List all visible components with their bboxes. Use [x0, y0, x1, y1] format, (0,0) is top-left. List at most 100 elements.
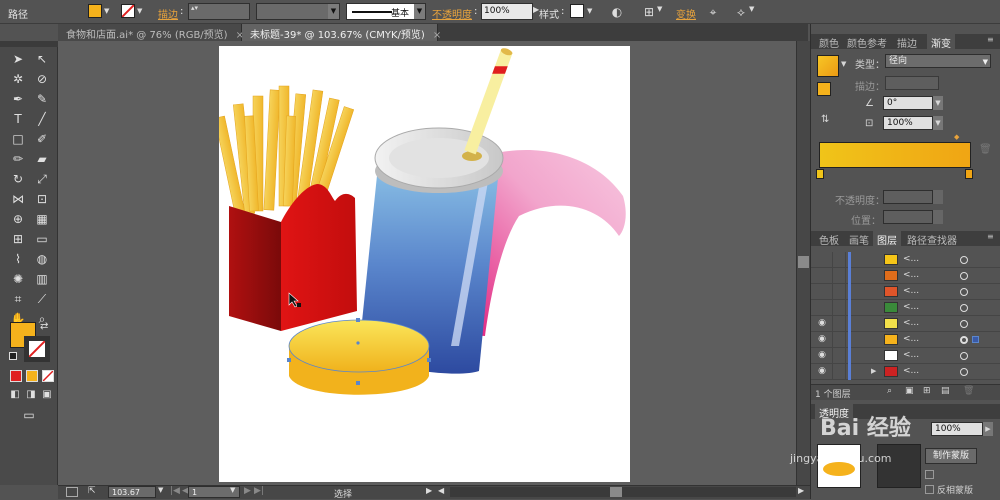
swap-colors-icon[interactable]: ⇄ [40, 321, 48, 332]
pen-tool-icon[interactable]: ✒ [7, 89, 29, 109]
rotate-tool-icon[interactable]: ↻ [7, 169, 29, 189]
magic-wand-tool-icon[interactable]: ✲ [7, 69, 29, 89]
fill-stroke-mini-icon[interactable] [817, 82, 831, 96]
straw[interactable] [464, 6, 540, 155]
align-icon[interactable]: ⊞ [640, 3, 658, 21]
color-mode-button[interactable] [10, 370, 22, 382]
width-tool-icon[interactable]: ⋈ [7, 189, 29, 209]
chevron-down-icon[interactable]: ▼ [841, 60, 846, 68]
selection-tool-icon[interactable]: ➤ [7, 49, 29, 69]
slice-tool-icon[interactable]: ⟋ [31, 289, 53, 309]
scroll-thumb[interactable] [798, 256, 809, 268]
aspect-ratio-input[interactable]: 100% [883, 116, 933, 130]
delete-layer-icon[interactable]: 🗑 [963, 386, 974, 396]
gradient-slider[interactable] [819, 142, 971, 168]
status-menu-arrow[interactable]: ▶ [426, 486, 432, 495]
stroke-gradient-buttons[interactable] [885, 76, 939, 90]
tab-document-2[interactable]: 未标题-39* @ 103.67% (CMYK/预览) × [242, 24, 441, 41]
scale-tool-icon[interactable]: ⤢ [31, 169, 53, 189]
fill-swatch[interactable] [88, 4, 102, 18]
make-mask-button[interactable]: 制作蒙版 [925, 448, 977, 464]
tab-gradient[interactable]: 渐变 [927, 34, 955, 50]
type-tool-icon[interactable]: T [7, 109, 29, 129]
horizontal-scroll-left[interactable]: ◀ [438, 486, 444, 495]
shape-builder-tool-icon[interactable]: ⊕ [7, 209, 29, 229]
ratio-dropdown-arrow[interactable]: ▼ [933, 116, 943, 130]
align-dropdown-arrow[interactable]: ▼ [657, 5, 662, 13]
target-icon[interactable] [960, 336, 968, 344]
target-icon[interactable] [960, 352, 968, 360]
isolate-icon[interactable]: ⌖ [704, 3, 722, 21]
gradient-preview-swatch[interactable] [817, 55, 839, 77]
last-artboard-icon[interactable]: ▶| [254, 486, 264, 496]
layer-row[interactable]: ◉ ▶ <... [811, 364, 1000, 380]
reverse-gradient-icon[interactable]: ⇅ [821, 114, 829, 125]
stop-opacity-dropdown[interactable] [933, 190, 943, 204]
opacity-dropdown-arrow[interactable]: ▶ [983, 422, 993, 436]
target-icon[interactable] [960, 256, 968, 264]
paintbrush-tool-icon[interactable]: ✐ [31, 129, 53, 149]
angle-dropdown-arrow[interactable]: ▼ [933, 96, 943, 110]
stroke-label[interactable]: 描边 [158, 6, 178, 21]
selection-indicator[interactable] [972, 336, 979, 343]
eye-icon[interactable]: ◉ [815, 350, 829, 362]
canvas-area[interactable] [58, 6, 796, 485]
new-layer-icon[interactable]: ▤ [941, 386, 950, 396]
default-colors-icon[interactable] [9, 352, 17, 360]
opacity-label[interactable]: 不透明度 [432, 6, 472, 21]
trash-icon[interactable]: 🗑 [979, 144, 992, 155]
options-dropdown-arrow[interactable]: ▼ [749, 5, 754, 13]
layer-row[interactable]: <... [811, 284, 1000, 300]
screen-mode-icon[interactable]: ▭ [18, 405, 40, 425]
eye-icon[interactable]: ◉ [815, 318, 829, 330]
fries-box-side[interactable] [229, 206, 281, 331]
zoom-input[interactable]: 103.67 [108, 486, 156, 498]
options-icon[interactable]: ⟡ [732, 3, 750, 21]
style-swatch[interactable] [570, 4, 584, 18]
gradient-stop-right[interactable] [965, 169, 973, 179]
next-artboard-icon[interactable]: ▶ [244, 486, 251, 496]
stroke-swatch[interactable] [121, 4, 135, 18]
artboard[interactable] [214, 6, 630, 482]
lasso-tool-icon[interactable]: ⊘ [31, 69, 53, 89]
gradient-type-select[interactable]: 径向 ▼ [885, 54, 991, 68]
none-mode-button[interactable] [42, 370, 54, 382]
panel-menu-icon[interactable]: ≡ [983, 231, 998, 246]
scroll-thumb[interactable] [610, 487, 622, 497]
new-sublayer-icon[interactable]: ⊞ [923, 386, 931, 396]
recolor-artwork-icon[interactable]: ◐ [608, 3, 626, 21]
blend-tool-icon[interactable]: ◍ [31, 249, 53, 269]
tab-layers[interactable]: 图层 [873, 231, 901, 247]
symbol-sprayer-tool-icon[interactable]: ✺ [7, 269, 29, 289]
close-icon[interactable]: × [433, 30, 441, 41]
layer-row[interactable]: <... [811, 252, 1000, 268]
first-artboard-icon[interactable]: |◀ [170, 486, 180, 496]
tab-document-1[interactable]: 食物和店面.ai* @ 76% (RGB/预览) × [58, 24, 244, 41]
expand-arrow-icon[interactable]: ▶ [871, 367, 876, 375]
artboard-tool-icon[interactable]: ⌗ [7, 289, 29, 309]
clip-checkbox[interactable] [925, 470, 934, 479]
zoom-dropdown-arrow[interactable]: ▼ [158, 486, 163, 494]
tab-stroke[interactable]: 描边 [893, 34, 921, 50]
angle-input[interactable]: 0° [883, 96, 933, 110]
panel-menu-icon[interactable]: ≡ [983, 34, 998, 49]
variable-width-dropdown[interactable]: ▼ [256, 3, 340, 20]
invert-mask-checkbox[interactable] [925, 485, 934, 494]
clipping-mask-icon[interactable]: ▣ [905, 386, 914, 396]
pencil-tool-icon[interactable]: ✏ [7, 149, 29, 169]
tab-pathfinder[interactable]: 路径查找器 [903, 231, 961, 247]
opacity-input[interactable]: 100% [481, 3, 533, 20]
stop-location-input[interactable] [883, 210, 933, 224]
target-icon[interactable] [960, 288, 968, 296]
target-icon[interactable] [960, 320, 968, 328]
tab-color-guide[interactable]: 颜色参考 [843, 34, 891, 50]
eraser-tool-icon[interactable]: ▰ [31, 149, 53, 169]
line-tool-icon[interactable]: ╱ [31, 109, 53, 129]
brush-dropdown[interactable]: 基本 ▼ [346, 3, 426, 20]
stroke-weight-dropdown[interactable]: ▴▾ [188, 3, 250, 20]
toolbar-grip[interactable] [0, 41, 58, 47]
tab-swatches[interactable]: 色板 [815, 231, 843, 247]
curvature-tool-icon[interactable]: ✎ [31, 89, 53, 109]
french-fries[interactable] [214, 85, 355, 217]
perspective-grid-tool-icon[interactable]: ▦ [31, 209, 53, 229]
